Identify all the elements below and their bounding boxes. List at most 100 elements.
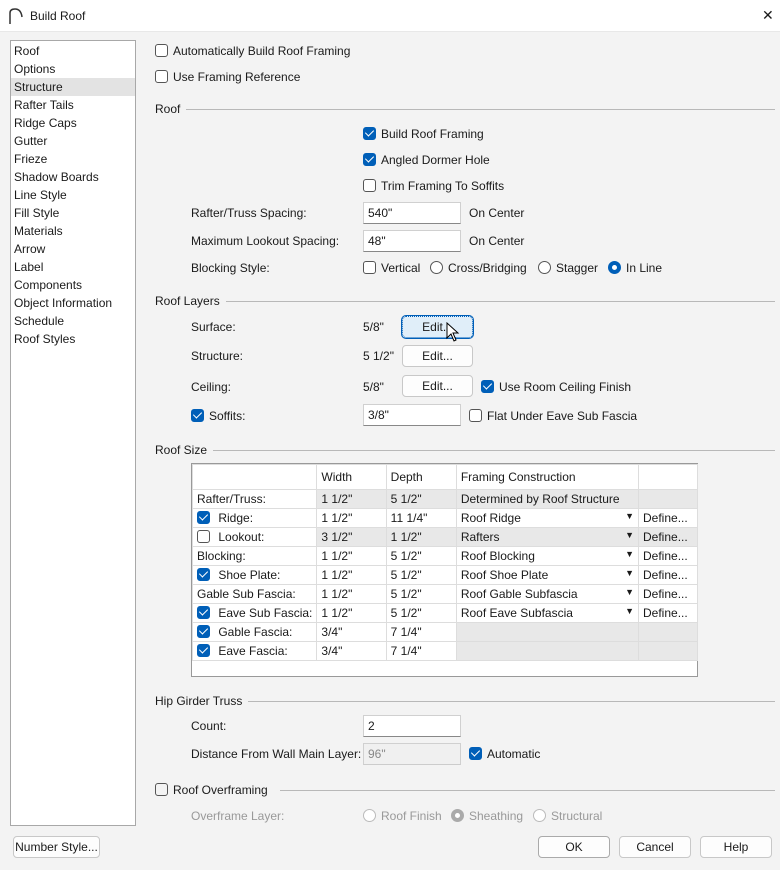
lookout-spacing-input[interactable]: 48"	[363, 230, 461, 252]
width-cell[interactable]: 3/4"	[316, 622, 387, 642]
checkbox-icon	[469, 747, 482, 760]
width-cell[interactable]: 1 1/2"	[316, 584, 387, 604]
label: In Line	[626, 261, 663, 275]
width-cell[interactable]: 1 1/2"	[316, 508, 387, 528]
depth-cell[interactable]: 5 1/2"	[385, 603, 457, 623]
structural-radio[interactable]: Structural	[533, 809, 602, 823]
dropdown-arrow-icon[interactable]: ▼	[625, 587, 634, 597]
blocking-cross-radio[interactable]: Cross/Bridging	[430, 261, 527, 275]
surface-edit-button[interactable]: Edit...	[401, 315, 474, 339]
cancel-button[interactable]: Cancel	[619, 836, 691, 858]
define-button[interactable]: Define...	[638, 565, 698, 585]
sidebar-item-roof[interactable]: Roof	[11, 42, 135, 60]
close-icon[interactable]: ✕	[762, 7, 774, 24]
depth-cell[interactable]: 5 1/2"	[385, 489, 457, 509]
label: Trim Framing To Soffits	[381, 179, 505, 193]
auto-build-framing-checkbox[interactable]: Automatically Build Roof Framing	[155, 44, 350, 58]
trim-framing-to-soffits-checkbox[interactable]: Trim Framing To Soffits	[363, 179, 504, 193]
sidebar-item-ridge-caps[interactable]: Ridge Caps	[11, 114, 135, 132]
sidebar-item-shadow-boards[interactable]: Shadow Boards	[11, 168, 135, 186]
sidebar-item-components[interactable]: Components	[11, 276, 135, 294]
count-input[interactable]: 2	[363, 715, 461, 737]
define-button[interactable]: Define...	[638, 546, 698, 566]
define-button[interactable]: Define...	[638, 527, 698, 547]
use-framing-reference-checkbox[interactable]: Use Framing Reference	[155, 70, 300, 84]
sidebar-item-object-information[interactable]: Object Information	[11, 294, 135, 312]
blocking-stagger-radio[interactable]: Stagger	[538, 261, 598, 275]
checkbox-icon[interactable]	[197, 606, 210, 619]
sidebar-item-roof-styles[interactable]: Roof Styles	[11, 330, 135, 348]
depth-cell[interactable]: 5 1/2"	[385, 584, 457, 604]
table-row: Eave Sub Fascia: 1 1/2" 5 1/2" Roof Eave Su…	[191, 603, 698, 623]
width-cell[interactable]: 3/4"	[316, 641, 387, 661]
sidebar-item-options[interactable]: Options	[11, 60, 135, 78]
checkbox-icon[interactable]	[197, 511, 210, 524]
dropdown-arrow-icon[interactable]: ▼	[625, 549, 634, 559]
depth-cell[interactable]: 11 1/4"	[385, 508, 457, 528]
checkbox-icon[interactable]	[197, 530, 210, 543]
soffits-checkbox[interactable]: Soffits:	[191, 409, 245, 423]
sidebar-item-schedule[interactable]: Schedule	[11, 312, 135, 330]
roof-overframing-section[interactable]: Roof Overframing	[155, 783, 775, 797]
roof-app-icon	[9, 8, 23, 24]
sidebar-item-fill-style[interactable]: Fill Style	[11, 204, 135, 222]
framing-construction-select[interactable]: Roof Gable Subfascia ▼	[455, 584, 640, 604]
sheathing-radio[interactable]: Sheathing	[451, 809, 523, 823]
depth-cell[interactable]: 5 1/2"	[385, 565, 457, 585]
flat-under-eave-checkbox[interactable]: Flat Under Eave Sub Fascia	[469, 409, 637, 423]
use-room-ceiling-finish-checkbox[interactable]: Use Room Ceiling Finish	[481, 380, 631, 394]
define-button[interactable]: Define...	[638, 508, 698, 528]
sidebar-item-line-style[interactable]: Line Style	[11, 186, 135, 204]
depth-cell[interactable]: 7 1/4"	[385, 641, 457, 661]
framing-construction-select	[455, 641, 640, 661]
width-cell[interactable]: 1 1/2"	[316, 546, 387, 566]
automatic-checkbox[interactable]: Automatic	[469, 747, 540, 761]
framing-construction-select[interactable]: Roof Eave Subfascia ▼	[455, 603, 640, 623]
table-row: Ridge: 1 1/2" 11 1/4" Roof Ridge ▼ Define...	[191, 508, 698, 528]
angled-dormer-hole-checkbox[interactable]: Angled Dormer Hole	[363, 153, 490, 167]
structure-edit-button[interactable]: Edit...	[402, 345, 473, 367]
define-button[interactable]: Define...	[638, 603, 698, 623]
width-cell[interactable]: 3 1/2"	[316, 527, 387, 547]
blocking-inline-radio[interactable]: In Line	[608, 261, 662, 275]
dropdown-arrow-icon[interactable]: ▼	[625, 568, 634, 578]
depth-cell[interactable]: 7 1/4"	[385, 622, 457, 642]
define-button[interactable]: Define...	[638, 584, 698, 604]
dropdown-arrow-icon[interactable]: ▼	[625, 530, 634, 540]
width-cell[interactable]: 1 1/2"	[316, 603, 387, 623]
ok-button[interactable]: OK	[538, 836, 610, 858]
checkbox-icon[interactable]	[197, 625, 210, 638]
number-style-button[interactable]: Number Style...	[13, 836, 100, 858]
checkbox-icon[interactable]	[197, 568, 210, 581]
rafter-spacing-input[interactable]: 540"	[363, 202, 461, 224]
label: Automatic	[487, 747, 541, 761]
sidebar-item-structure[interactable]: Structure	[11, 78, 135, 96]
width-cell[interactable]: 1 1/2"	[316, 565, 387, 585]
sidebar-item-frieze[interactable]: Frieze	[11, 150, 135, 168]
framing-construction-select[interactable]: Roof Shoe Plate ▼	[455, 565, 640, 585]
framing-construction-select[interactable]: Roof Ridge ▼	[455, 508, 640, 528]
help-button[interactable]: Help	[700, 836, 772, 858]
framing-construction-select[interactable]: Rafters ▼	[455, 527, 640, 547]
distance-input[interactable]: 96"	[363, 743, 461, 765]
sidebar-item-materials[interactable]: Materials	[11, 222, 135, 240]
category-list[interactable]: Roof Options Structure Rafter Tails Ridge Ca…	[10, 40, 136, 826]
blocking-vertical-checkbox[interactable]: Vertical	[363, 261, 420, 275]
soffits-input[interactable]: 3/8"	[363, 404, 461, 426]
depth-cell[interactable]: 5 1/2"	[385, 546, 457, 566]
build-roof-framing-checkbox[interactable]: Build Roof Framing	[363, 127, 484, 141]
roof-finish-radio[interactable]: Roof Finish	[363, 809, 442, 823]
width-cell[interactable]: 1 1/2"	[316, 489, 387, 509]
dropdown-arrow-icon[interactable]: ▼	[625, 606, 634, 616]
dropdown-arrow-icon[interactable]: ▼	[625, 511, 634, 521]
sidebar-item-arrow[interactable]: Arrow	[11, 240, 135, 258]
ceiling-edit-button[interactable]: Edit...	[402, 375, 473, 397]
sidebar-item-label[interactable]: Label	[11, 258, 135, 276]
depth-cell[interactable]: 1 1/2"	[385, 527, 457, 547]
framing-construction-select[interactable]: Roof Blocking ▼	[455, 546, 640, 566]
checkbox-icon[interactable]	[197, 644, 210, 657]
sidebar-item-rafter-tails[interactable]: Rafter Tails	[11, 96, 135, 114]
sidebar-item-gutter[interactable]: Gutter	[11, 132, 135, 150]
row-label: Ridge:	[191, 508, 318, 528]
checkbox-icon	[155, 44, 168, 57]
